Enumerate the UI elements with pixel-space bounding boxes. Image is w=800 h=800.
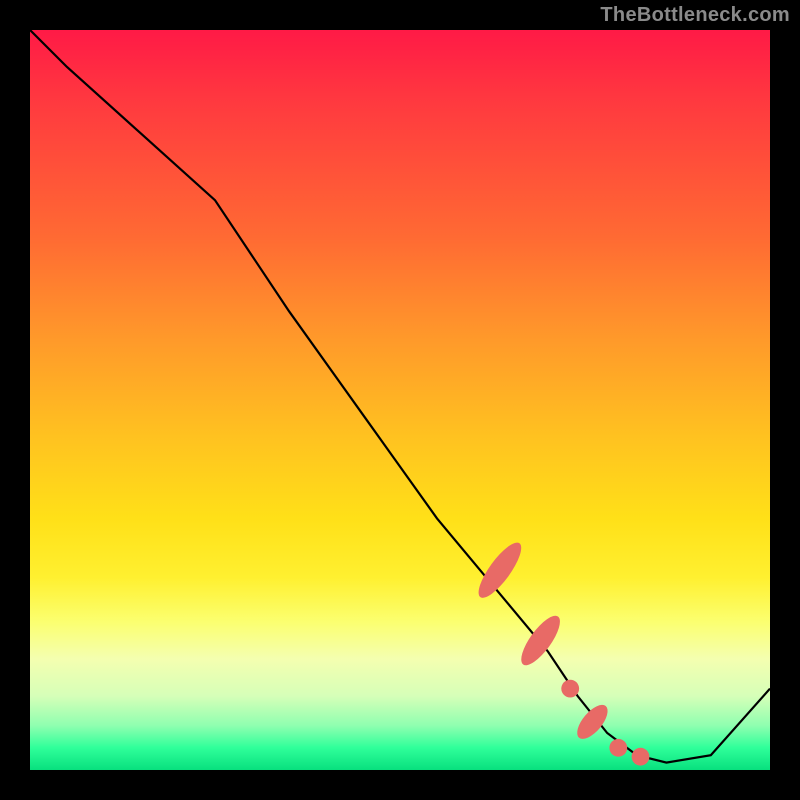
- watermark-text: TheBottleneck.com: [600, 4, 790, 27]
- data-markers: [472, 537, 649, 765]
- chart-svg: [30, 30, 770, 770]
- cluster-low: [572, 700, 613, 744]
- cluster-dot-b: [609, 739, 627, 757]
- cluster-dot-a: [561, 680, 579, 698]
- chart-frame: TheBottleneck.com: [0, 0, 800, 800]
- plot-area: [30, 30, 770, 770]
- cluster-bottom: [632, 748, 650, 766]
- bottleneck-curve: [30, 30, 770, 763]
